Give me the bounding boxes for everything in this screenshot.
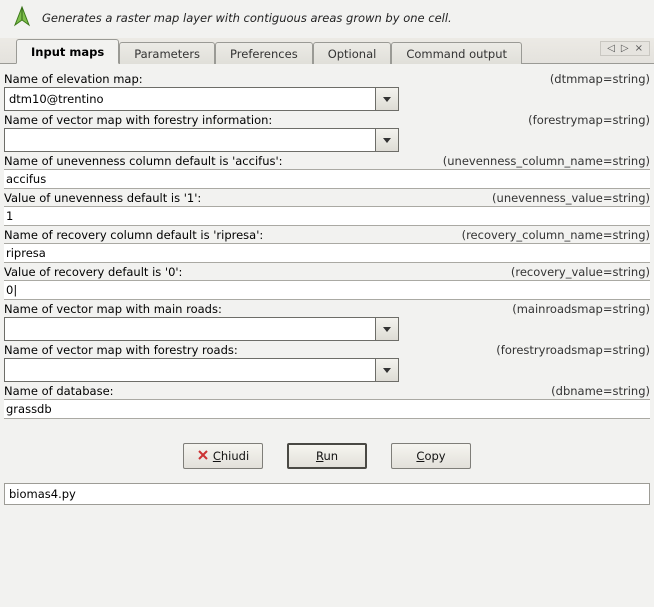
hint-dbname: (dbname=string) bbox=[551, 384, 650, 398]
tab-optional[interactable]: Optional bbox=[313, 42, 392, 64]
chevron-down-icon bbox=[383, 327, 391, 332]
chevron-down-icon bbox=[383, 138, 391, 143]
run-button-label: un bbox=[323, 449, 338, 463]
field-recovery-val: Value of recovery default is '0': (recov… bbox=[4, 265, 650, 300]
close-button[interactable]: Chiudi bbox=[183, 443, 263, 469]
hint-uneven-val: (unevenness_value=string) bbox=[492, 191, 650, 205]
input-uneven-col[interactable] bbox=[4, 169, 650, 189]
combo-forestry bbox=[4, 128, 399, 152]
field-uneven-val: Value of unevenness default is '1': (une… bbox=[4, 191, 650, 226]
dropdown-button-mainroads[interactable] bbox=[375, 317, 399, 341]
header-row: Generates a raster map layer with contig… bbox=[0, 0, 654, 38]
button-bar: Chiudi Run Copy bbox=[0, 425, 654, 483]
chevron-down-icon bbox=[383, 97, 391, 102]
dropdown-button-forestry[interactable] bbox=[375, 128, 399, 152]
label-dbname: Name of database: bbox=[4, 384, 114, 398]
field-forestry: Name of vector map with forestry informa… bbox=[4, 113, 650, 152]
combo-forestryroads bbox=[4, 358, 399, 382]
input-uneven-val[interactable] bbox=[4, 206, 650, 226]
input-recovery-val[interactable] bbox=[4, 280, 650, 300]
content-panel: Name of elevation map: (dtmmap=string) N… bbox=[0, 64, 654, 425]
copy-button[interactable]: Copy bbox=[391, 443, 471, 469]
input-elevation[interactable] bbox=[4, 87, 375, 111]
dropdown-button-forestryroads[interactable] bbox=[375, 358, 399, 382]
field-dbname: Name of database: (dbname=string) bbox=[4, 384, 650, 419]
chevron-down-icon bbox=[383, 368, 391, 373]
input-recovery-col[interactable] bbox=[4, 243, 650, 263]
header-description: Generates a raster map layer with contig… bbox=[42, 11, 452, 25]
hint-uneven-col: (unevenness_column_name=string) bbox=[443, 154, 650, 168]
tab-controls: ◁ ▷ × bbox=[600, 41, 650, 56]
close-button-accel: C bbox=[213, 449, 221, 463]
copy-button-label: opy bbox=[424, 449, 445, 463]
hint-forestry: (forestrymap=string) bbox=[528, 113, 650, 127]
label-recovery-val: Value of recovery default is '0': bbox=[4, 265, 182, 279]
tab-scroll-left-icon[interactable]: ◁ bbox=[605, 43, 617, 54]
hint-recovery-col: (recovery_column_name=string) bbox=[462, 228, 650, 242]
tab-parameters[interactable]: Parameters bbox=[119, 42, 215, 64]
tab-preferences[interactable]: Preferences bbox=[215, 42, 313, 64]
label-forestryroads: Name of vector map with forestry roads: bbox=[4, 343, 238, 357]
dropdown-button-elevation[interactable] bbox=[375, 87, 399, 111]
input-forestryroads[interactable] bbox=[4, 358, 375, 382]
input-forestry[interactable] bbox=[4, 128, 375, 152]
input-mainroads[interactable] bbox=[4, 317, 375, 341]
tab-input-maps[interactable]: Input maps bbox=[16, 39, 119, 64]
close-icon bbox=[197, 449, 209, 464]
combo-elevation bbox=[4, 87, 399, 111]
label-uneven-val: Value of unevenness default is '1': bbox=[4, 191, 201, 205]
label-elevation: Name of elevation map: bbox=[4, 72, 143, 86]
combo-mainroads bbox=[4, 317, 399, 341]
label-recovery-col: Name of recovery column default is 'ripr… bbox=[4, 228, 263, 242]
run-button[interactable]: Run bbox=[287, 443, 367, 469]
status-text: biomas4.py bbox=[9, 487, 76, 501]
label-forestry: Name of vector map with forestry informa… bbox=[4, 113, 272, 127]
grass-logo-icon bbox=[8, 4, 36, 32]
hint-forestryroads: (forestryroadsmap=string) bbox=[496, 343, 650, 357]
input-dbname[interactable] bbox=[4, 399, 650, 419]
tab-scroll-right-icon[interactable]: ▷ bbox=[619, 43, 631, 54]
label-uneven-col: Name of unevenness column default is 'ac… bbox=[4, 154, 283, 168]
field-mainroads: Name of vector map with main roads: (mai… bbox=[4, 302, 650, 341]
hint-elevation: (dtmmap=string) bbox=[550, 72, 650, 86]
tab-strip: Input maps Parameters Preferences Option… bbox=[0, 38, 654, 64]
tab-close-icon[interactable]: × bbox=[633, 43, 645, 54]
field-forestryroads: Name of vector map with forestry roads: … bbox=[4, 343, 650, 382]
label-mainroads: Name of vector map with main roads: bbox=[4, 302, 222, 316]
hint-mainroads: (mainroadsmap=string) bbox=[512, 302, 650, 316]
tab-command-output[interactable]: Command output bbox=[391, 42, 522, 64]
status-bar: biomas4.py bbox=[4, 483, 650, 505]
field-uneven-col: Name of unevenness column default is 'ac… bbox=[4, 154, 650, 189]
close-button-label: hiudi bbox=[221, 449, 249, 463]
field-recovery-col: Name of recovery column default is 'ripr… bbox=[4, 228, 650, 263]
hint-recovery-val: (recovery_value=string) bbox=[511, 265, 650, 279]
field-elevation: Name of elevation map: (dtmmap=string) bbox=[4, 72, 650, 111]
